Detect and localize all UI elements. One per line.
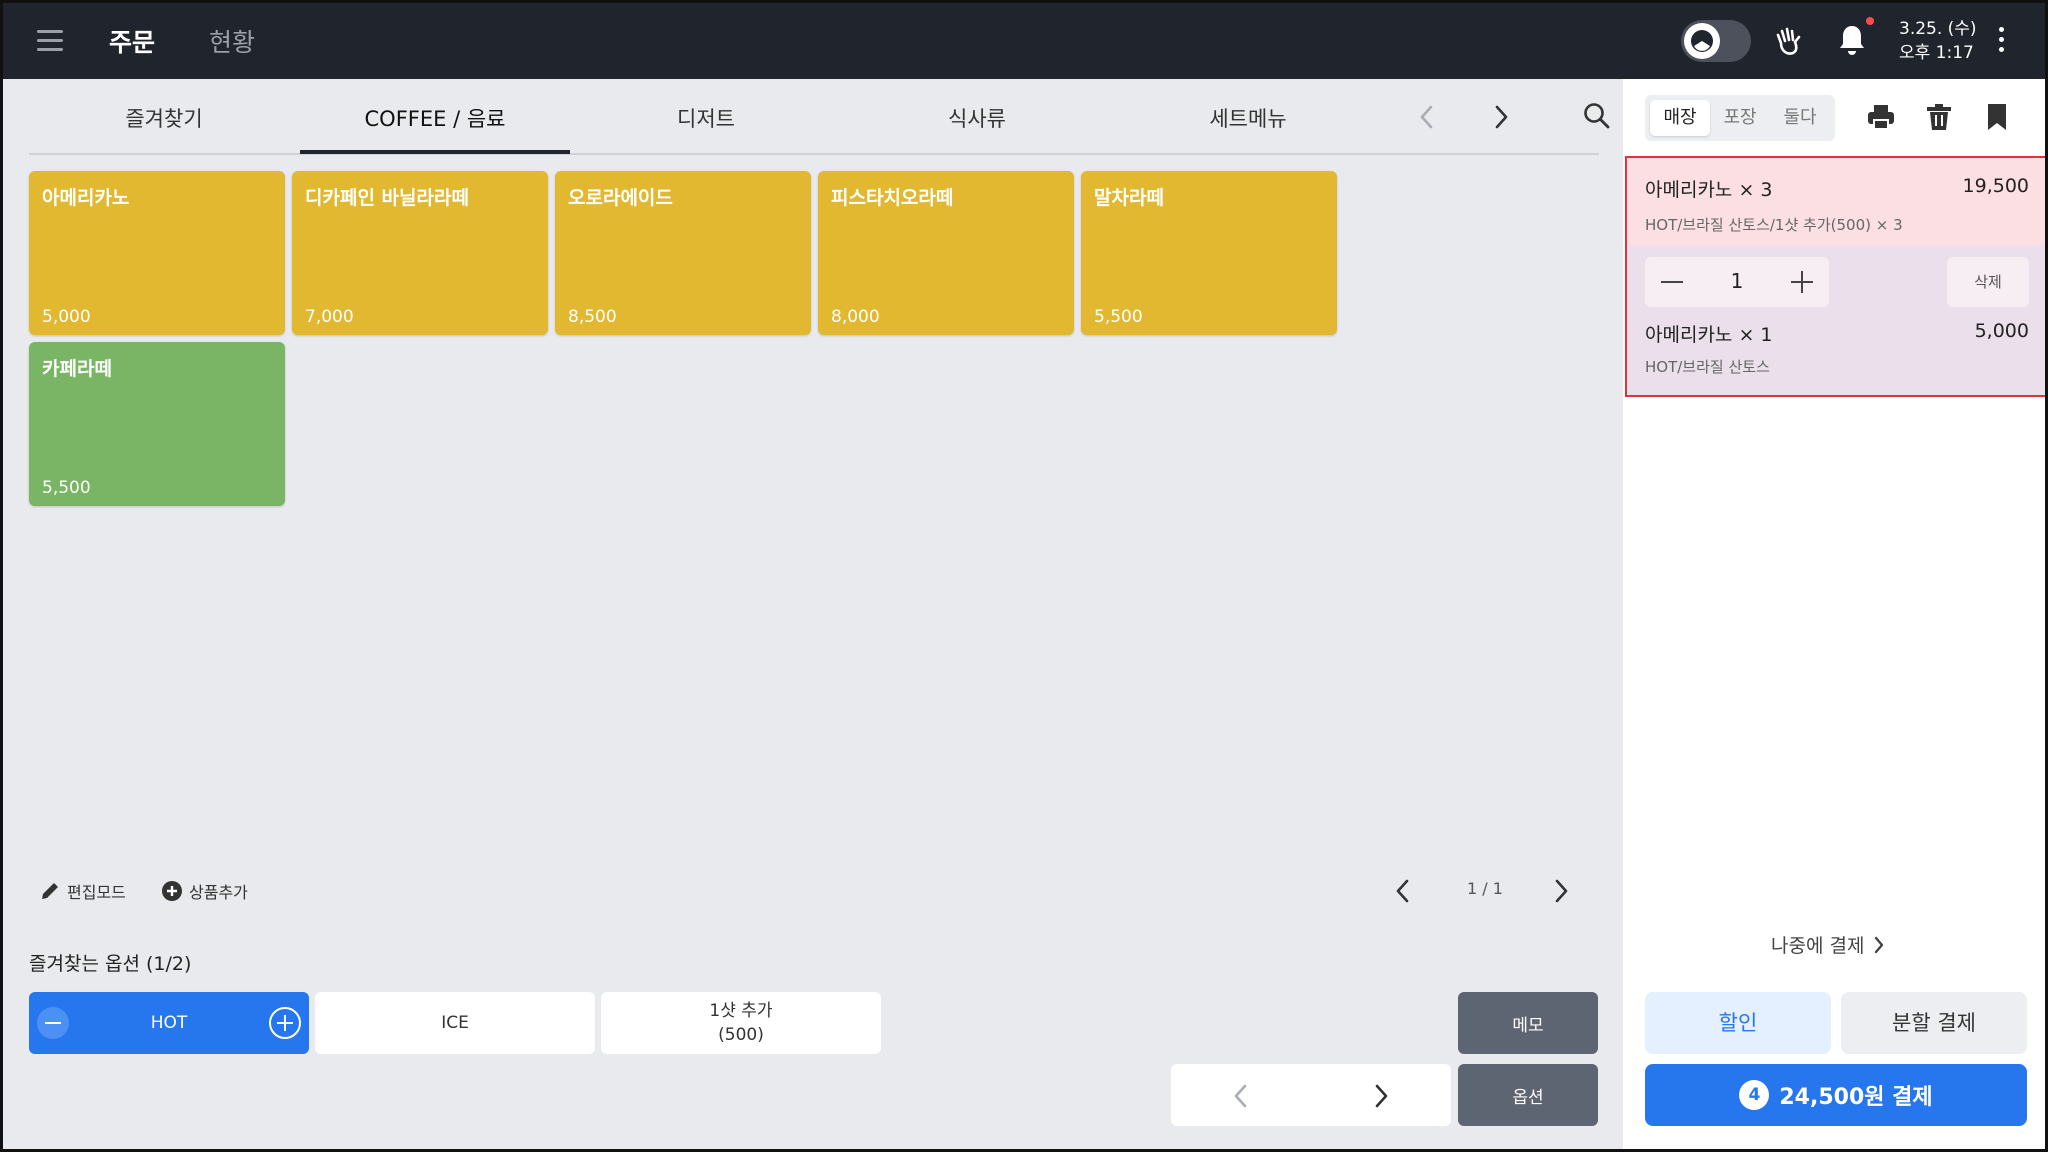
mode-toggle[interactable] xyxy=(1681,20,1751,62)
tab-dessert[interactable]: 디저트 xyxy=(571,103,841,133)
app-window: 주문 현황 3.25. (수) 오후 1:17 즐겨찾기 COFFEE / 음료… xyxy=(0,0,2048,1152)
product-name: 오로라에이드 xyxy=(568,187,673,209)
order-item-options: HOT/브라질 산토스/1샷 추가(500) × 3 xyxy=(1645,216,1903,234)
toggle-knob xyxy=(1684,23,1720,59)
page-next-icon[interactable] xyxy=(1551,877,1571,905)
add-product-button[interactable]: 상품추가 xyxy=(161,879,248,903)
hand-wave-icon[interactable] xyxy=(1773,25,1805,57)
memo-button[interactable]: 메모 xyxy=(1458,992,1598,1054)
product-name: 디카페인 바닐라라떼 xyxy=(305,187,469,209)
quantity-stepper: 1 xyxy=(1645,257,1829,307)
product-name: 아메리카노 xyxy=(42,187,130,209)
chevron-right-icon xyxy=(1875,936,1884,953)
product-tile[interactable]: 아메리카노 5,000 xyxy=(29,171,285,335)
segment-both[interactable]: 둘다 xyxy=(1770,100,1830,136)
clock-icon xyxy=(1691,30,1713,52)
product-price: 5,000 xyxy=(42,307,91,327)
category-next-icon[interactable] xyxy=(1491,103,1511,131)
product-tile[interactable]: 말차라떼 5,500 xyxy=(1081,171,1337,335)
discount-button[interactable]: 할인 xyxy=(1645,992,1831,1054)
product-tile[interactable]: 카페라떼 5,500 xyxy=(29,342,285,506)
pay-later-label: 나중에 결제 xyxy=(1771,935,1865,957)
plus-circle-icon xyxy=(162,881,182,901)
option-sub-label: (500) xyxy=(718,1025,764,1045)
category-prev-icon[interactable] xyxy=(1417,103,1437,131)
option-label: 1샷 추가 xyxy=(709,1001,773,1021)
order-type-segment: 매장 포장 둘다 xyxy=(1645,95,1835,141)
tab-favorites[interactable]: 즐겨찾기 xyxy=(29,103,299,133)
add-product-label: 상품추가 xyxy=(189,883,248,902)
tab-set-menu[interactable]: 세트메뉴 xyxy=(1113,103,1383,133)
product-name: 말차라떼 xyxy=(1094,187,1164,209)
order-item-name[interactable]: 아메리카노 × 1 xyxy=(1645,320,1773,347)
product-name: 피스타치오라떼 xyxy=(831,187,954,209)
order-item-price: 5,000 xyxy=(1974,320,2029,342)
options-button[interactable]: 옵션 xyxy=(1458,1064,1598,1126)
order-list: 아메리카노 × 3 19,500 HOT/브라질 산토스/1샷 추가(500) … xyxy=(1625,156,2045,397)
split-payment-button[interactable]: 분할 결제 xyxy=(1841,992,2027,1054)
product-tile[interactable]: 오로라에이드 8,500 xyxy=(555,171,811,335)
pay-later-link[interactable]: 나중에 결제 xyxy=(1771,931,1886,958)
segment-takeout[interactable]: 포장 xyxy=(1710,100,1770,136)
product-tile[interactable]: 디카페인 바닐라라떼 7,000 xyxy=(292,171,548,335)
nav-tab-order[interactable]: 주문 xyxy=(109,23,155,59)
option-increase-icon[interactable] xyxy=(269,1007,301,1039)
product-price: 7,000 xyxy=(305,307,354,327)
trash-icon[interactable] xyxy=(1923,101,1955,133)
notification-dot xyxy=(1866,17,1874,25)
order-item-name: 아메리카노 × 3 xyxy=(1645,179,1773,201)
search-icon[interactable] xyxy=(1582,101,1612,131)
option-pager xyxy=(1171,1064,1451,1126)
option-next-icon[interactable] xyxy=(1371,1082,1391,1110)
favorite-options-title: 즐겨찾는 옵션 (1/2) xyxy=(29,953,192,975)
menu-panel: 즐겨찾기 COFFEE / 음료 디저트 식사류 세트메뉴 아메리카노 5,00… xyxy=(3,79,1623,1149)
order-item-options: HOT/브라질 산토스 xyxy=(1645,358,1770,376)
order-item-price: 19,500 xyxy=(1962,175,2029,197)
option-hot-button[interactable]: HOT xyxy=(29,992,309,1054)
order-item-selected[interactable]: 아메리카노 × 3 19,500 HOT/브라질 산토스/1샷 추가(500) … xyxy=(1627,158,2045,245)
top-bar: 주문 현황 3.25. (수) 오후 1:17 xyxy=(3,3,2045,79)
category-tabs: 즐겨찾기 COFFEE / 음료 디저트 식사류 세트메뉴 xyxy=(29,79,1610,155)
delete-item-button[interactable]: 삭제 xyxy=(1947,257,2029,307)
more-menu-icon[interactable] xyxy=(1999,27,2005,57)
page-prev-icon[interactable] xyxy=(1393,877,1413,905)
nav-tab-status[interactable]: 현황 xyxy=(209,23,255,59)
date-time: 3.25. (수) 오후 1:17 xyxy=(1899,17,1977,65)
edit-mode-label: 편집모드 xyxy=(67,883,126,902)
option-prev-icon[interactable] xyxy=(1231,1082,1251,1110)
product-price: 5,500 xyxy=(42,478,91,498)
product-name: 카페라떼 xyxy=(42,358,112,380)
item-count-badge: 4 xyxy=(1739,1080,1770,1110)
pay-label: 24,500원 결제 xyxy=(1779,1085,1933,1110)
order-panel: 매장 포장 둘다 아메리카노 × 3 19,500 HOT/브라질 산토스/1샷… xyxy=(1623,79,2045,1149)
date-text: 3.25. (수) xyxy=(1899,19,1977,39)
active-tab-indicator xyxy=(300,150,570,154)
option-extra-shot-button[interactable]: 1샷 추가 (500) xyxy=(601,992,881,1054)
printer-icon[interactable] xyxy=(1865,101,1897,133)
product-price: 8,500 xyxy=(568,307,617,327)
bookmark-icon[interactable] xyxy=(1981,101,2013,133)
product-price: 8,000 xyxy=(831,307,880,327)
time-text: 오후 1:17 xyxy=(1899,43,1974,63)
edit-mode-button[interactable]: 편집모드 xyxy=(39,879,126,903)
option-label: ICE xyxy=(441,1013,469,1033)
increase-qty-icon-stroke[interactable] xyxy=(1801,271,1803,293)
tab-meal[interactable]: 식사류 xyxy=(842,103,1112,133)
bell-icon[interactable] xyxy=(1837,23,1867,57)
segment-dine-in[interactable]: 매장 xyxy=(1650,100,1710,136)
option-label: HOT xyxy=(150,1013,188,1033)
pencil-icon xyxy=(42,883,58,899)
product-price: 5,500 xyxy=(1094,307,1143,327)
page-indicator: 1 / 1 xyxy=(1467,879,1503,898)
option-ice-button[interactable]: ICE xyxy=(315,992,595,1054)
product-tile[interactable]: 피스타치오라떼 8,000 xyxy=(818,171,1074,335)
hamburger-menu-icon[interactable] xyxy=(37,30,63,52)
tab-coffee[interactable]: COFFEE / 음료 xyxy=(300,103,570,133)
option-decrease-icon[interactable] xyxy=(37,1007,69,1039)
pay-button[interactable]: 4 24,500원 결제 xyxy=(1645,1064,2027,1126)
